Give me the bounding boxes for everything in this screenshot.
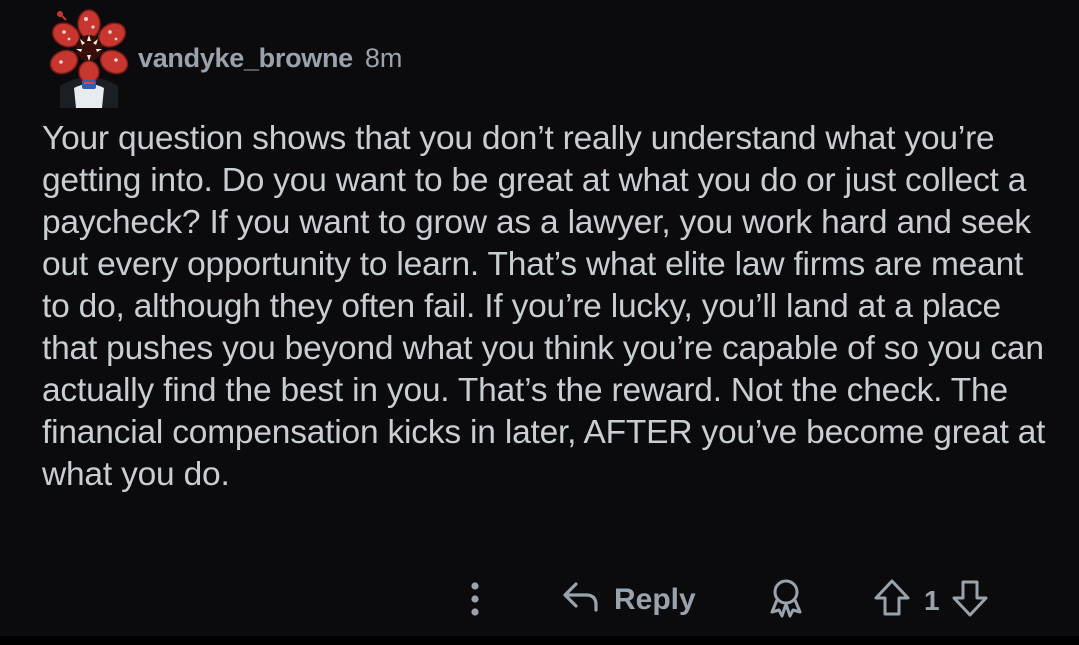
demogorgon-avatar-icon[interactable] [46,8,132,108]
award-button[interactable] [764,576,808,625]
comment-header: vandyke_browne 8m [46,6,402,110]
reply-button[interactable]: Reply [560,576,696,623]
comment-screen: vandyke_browne 8m Your question shows th… [0,0,1079,645]
downvote-arrow-icon[interactable] [948,576,992,625]
comment-action-bar: Reply 1 [0,570,1079,626]
bottom-divider [0,636,1079,645]
comment-body: Your question shows that you don’t reall… [42,120,1046,493]
award-icon [764,576,808,625]
vote-count: 1 [924,584,940,616]
more-vertical-icon [464,578,486,627]
reply-label: Reply [614,582,696,616]
username[interactable]: vandyke_browne [138,43,353,74]
more-options-button[interactable] [464,578,486,627]
comment-timestamp: 8m [364,42,403,73]
upvote-arrow-icon[interactable] [870,576,914,625]
vote-control: 1 [870,576,992,625]
reply-arrow-icon [560,576,602,623]
